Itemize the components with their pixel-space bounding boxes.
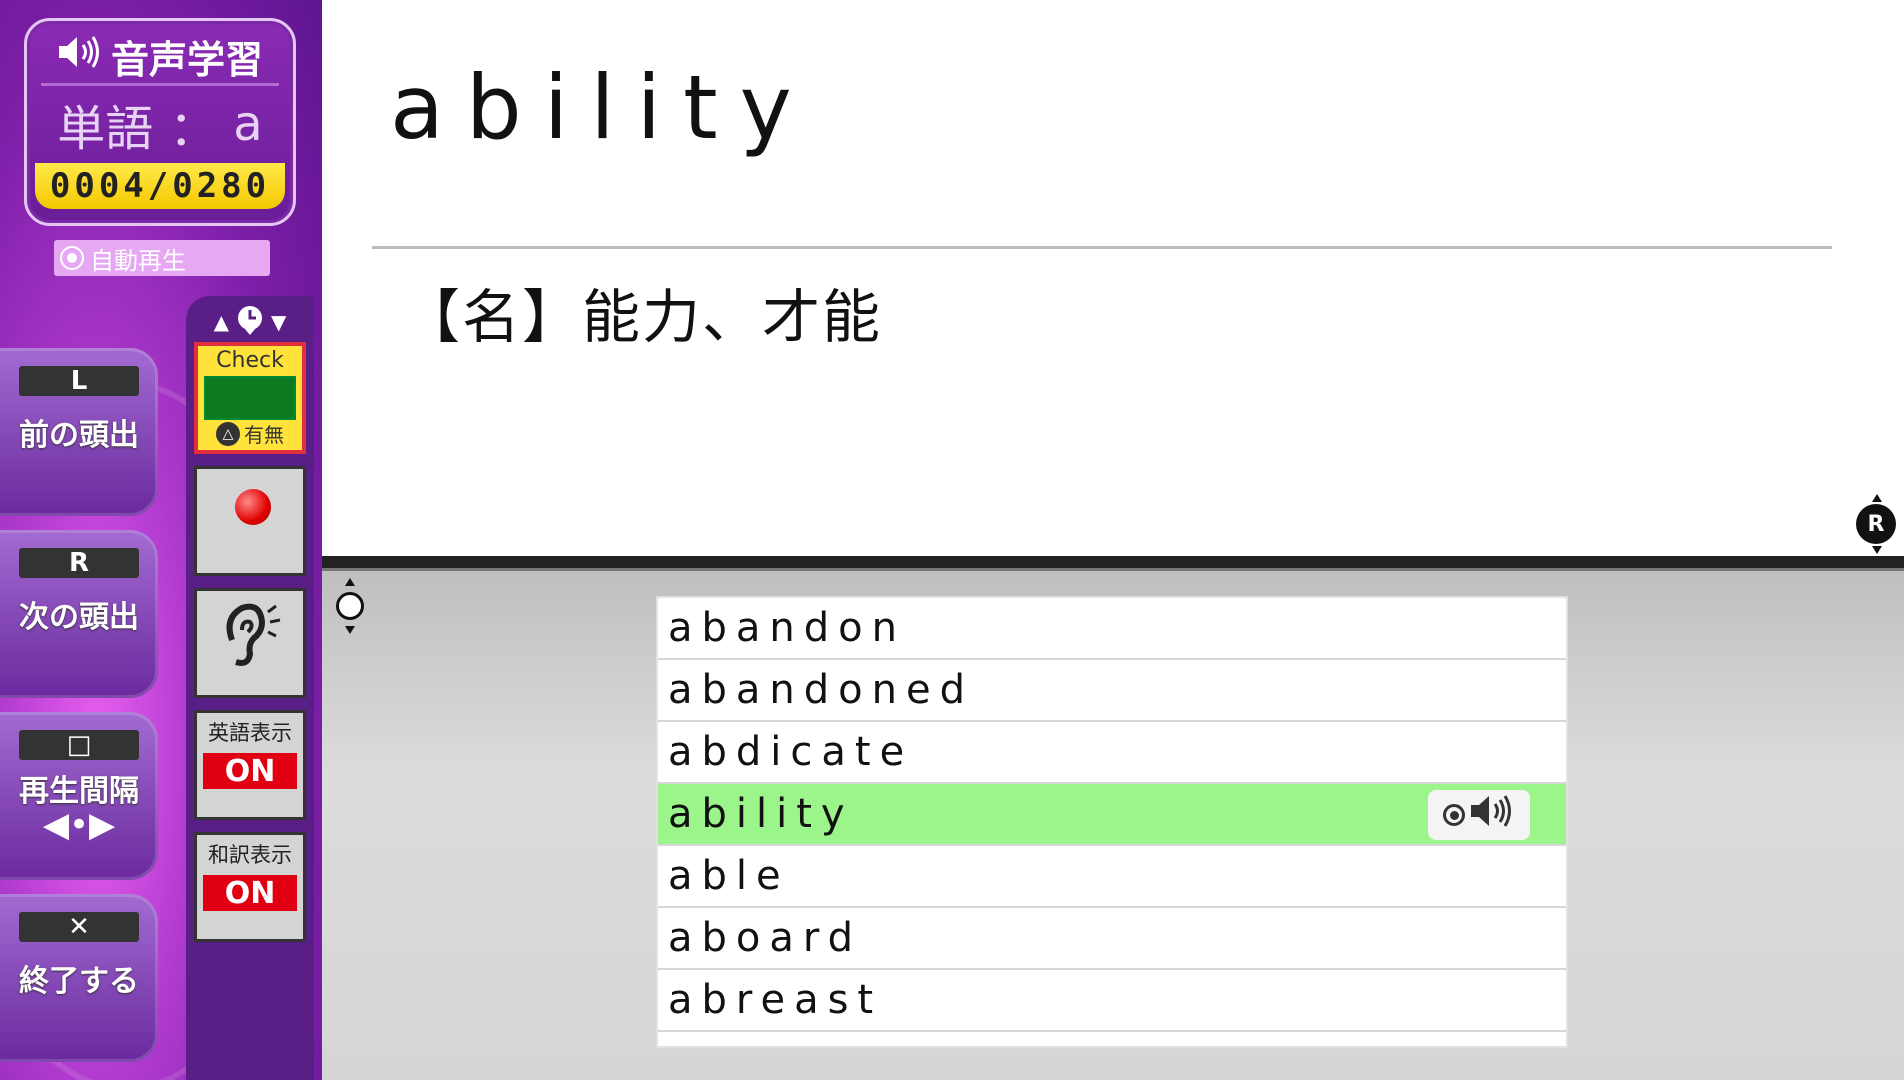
word-list[interactable]: abandon abandoned abdicate ability able … (656, 596, 1568, 1048)
word-counter: 0004/0280 (35, 163, 285, 209)
check-presence-label: 有無 (244, 423, 284, 447)
key-badge-cross: ✕ (19, 912, 139, 942)
check-label: Check (216, 348, 284, 373)
english-display-label: 英語表示 (208, 721, 292, 745)
key-badge-square: □ (19, 730, 139, 760)
screen-separator (322, 556, 1904, 571)
list-item[interactable]: abdicate (658, 722, 1566, 784)
r-button-icon: R (1856, 504, 1896, 544)
list-item-selected[interactable]: ability (658, 784, 1566, 846)
radio-icon (60, 246, 84, 270)
check-indicator (204, 376, 296, 420)
check-presence: △ 有無 (198, 419, 302, 448)
left-right-arrows-icon: ◀•▶ (42, 805, 116, 845)
key-badge-l: L (19, 366, 139, 396)
japanese-display-value: ON (203, 875, 297, 911)
speaker-icon (1469, 793, 1515, 837)
list-item[interactable]: aboard (658, 908, 1566, 970)
list-item-label: abreast (668, 977, 883, 1023)
arrow-down-icon (345, 626, 355, 634)
arrow-down-icon[interactable]: ▼ (271, 310, 286, 334)
listen-button[interactable] (194, 588, 306, 698)
move-cursor-icon[interactable] (330, 576, 370, 636)
prev-cue-label: 前の頭出 (19, 418, 139, 453)
list-item-label: ability (668, 791, 854, 837)
quit-label: 終了する (19, 964, 139, 999)
play-audio-button[interactable] (1428, 790, 1530, 840)
word-meaning: 【名】能力、才能 (402, 283, 883, 351)
play-interval-label: 再生間隔 (19, 774, 139, 809)
ear-icon (218, 600, 282, 686)
word-category: 単語 ： a (27, 89, 293, 159)
quit-button[interactable]: ✕ 終了する (0, 894, 158, 1062)
key-badge-r: R (19, 548, 139, 578)
tool-column: ▲ ▼ Check △ 有無 英語表示 ON 和訳表示 ON (186, 296, 314, 1080)
list-item[interactable]: abandon (658, 598, 1566, 660)
divider (372, 246, 1832, 249)
english-display-toggle[interactable]: 英語表示 ON (194, 710, 306, 820)
bookmark-nav[interactable]: ▲ ▼ (186, 304, 314, 340)
list-item-label: abdicate (668, 729, 914, 775)
info-panel: 音声学習 単語 ： a 0004/0280 (24, 18, 296, 226)
list-item[interactable]: able (658, 846, 1566, 908)
japanese-display-toggle[interactable]: 和訳表示 ON (194, 832, 306, 942)
japanese-display-label: 和訳表示 (208, 843, 292, 867)
divider (41, 83, 279, 86)
list-item-label: able (668, 853, 790, 899)
current-word: ability (390, 56, 814, 159)
autoplay-toggle[interactable]: 自動再生 (54, 240, 270, 276)
list-item[interactable]: abreast (658, 970, 1566, 1032)
word-separator: ： (169, 101, 218, 157)
arrow-down-icon (1872, 546, 1882, 554)
screen-divider-handle[interactable]: R (1854, 494, 1898, 554)
record-button[interactable] (194, 466, 306, 576)
autoplay-label: 自動再生 (90, 246, 186, 275)
record-icon (235, 489, 271, 525)
bookmark-icon (235, 305, 265, 340)
app-title-row: 音声学習 (27, 31, 293, 82)
sidebar: 音声学習 単語 ： a 0004/0280 自動再生 L 前の頭出 R 次の頭出… (0, 0, 322, 1080)
english-display-value: ON (203, 753, 297, 789)
app-title: 音声学習 (110, 37, 263, 82)
next-cue-button[interactable]: R 次の頭出 (0, 530, 158, 698)
prev-cue-button[interactable]: L 前の頭出 (0, 348, 158, 516)
play-interval-button[interactable]: □ 再生間隔 ◀•▶ (0, 712, 158, 880)
triangle-button-icon: △ (216, 421, 240, 446)
word-label: 単語 (57, 101, 154, 157)
arrow-up-icon (1872, 494, 1882, 502)
list-item-label: abandoned (668, 667, 974, 713)
next-cue-label: 次の頭出 (19, 600, 139, 635)
list-item-label: abandon (668, 605, 906, 651)
list-item-label: aboard (668, 915, 863, 961)
arrow-up-icon (345, 578, 355, 586)
speaker-icon (57, 34, 103, 79)
cursor-ring-icon (336, 592, 364, 620)
circle-button-icon (1443, 804, 1465, 826)
word-initial: a (233, 96, 263, 152)
check-toggle[interactable]: Check △ 有無 (194, 342, 306, 454)
arrow-up-icon[interactable]: ▲ (214, 310, 229, 334)
list-item[interactable]: abandoned (658, 660, 1566, 722)
